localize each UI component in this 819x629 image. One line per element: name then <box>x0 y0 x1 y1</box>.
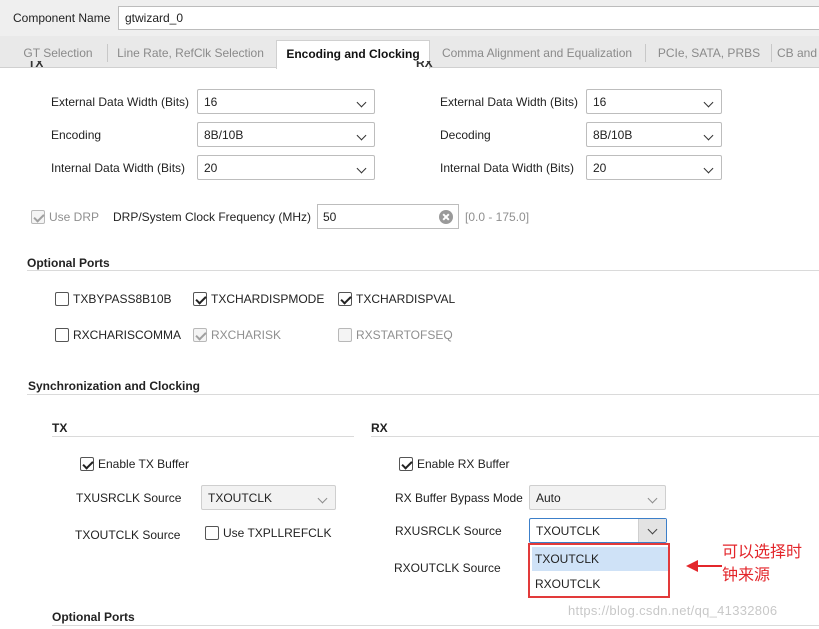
annotation-arrow-icon <box>686 560 698 572</box>
chevron-down-icon <box>647 493 658 504</box>
annotation-line-1: 可以选择时 <box>722 542 803 561</box>
tab-comma-alignment[interactable]: Comma Alignment and Equalization <box>432 40 642 67</box>
txbypass8b10b-label: TXBYPASS8B10B <box>73 292 172 306</box>
drp-freq-range: [0.0 - 175.0] <box>465 210 530 224</box>
tab-line-rate[interactable]: Line Rate, RefClk Selection <box>108 40 273 67</box>
txchardispmode-checkbox[interactable] <box>193 292 207 306</box>
chevron-down-icon <box>703 163 714 174</box>
watermark: https://blog.csdn.net/qq_41332806 <box>568 603 778 618</box>
use-drp-label: Use DRP <box>49 210 100 224</box>
divider <box>52 436 354 437</box>
rxusrclk-dropdown-list: TXOUTCLK RXOUTCLK <box>528 543 670 598</box>
rxstartofseq-checkbox[interactable] <box>338 328 352 342</box>
component-name-label: Component Name <box>13 11 111 25</box>
tab-pcie-sata-prbs[interactable]: PCIe, SATA, PRBS <box>650 40 768 67</box>
clear-icon[interactable] <box>439 210 453 224</box>
encoding-tx-header: TX <box>28 61 44 70</box>
rx-buffer-bypass-select[interactable]: Auto <box>529 485 666 510</box>
rxstartofseq-label: RXSTARTOFSEQ <box>356 328 453 342</box>
dropdown-option-txoutclk[interactable]: TXOUTCLK <box>532 547 668 571</box>
use-txpllrefclk-checkbox[interactable] <box>205 526 219 540</box>
tx-int-width-label: Internal Data Width (Bits) <box>51 161 186 175</box>
txusrclk-source-label: TXUSRCLK Source <box>76 491 182 505</box>
txchardispval-checkbox[interactable] <box>338 292 352 306</box>
annotation-line-2: 钟来源 <box>722 565 771 584</box>
component-name-input[interactable]: gtwizard_0 <box>118 6 819 30</box>
rxusrclk-source-label: RXUSRCLK Source <box>395 524 502 538</box>
tab-separator <box>645 44 646 62</box>
use-drp-checkbox[interactable] <box>31 210 45 224</box>
rx-ext-width-select[interactable]: 16 <box>586 89 722 114</box>
tx-ext-width-select[interactable]: 16 <box>197 89 375 114</box>
chevron-down-icon <box>356 163 367 174</box>
rxchariscomma-checkbox[interactable] <box>55 328 69 342</box>
sync-rx-title: RX <box>371 421 388 435</box>
sync-tx-title: TX <box>52 421 68 435</box>
dropdown-option-rxoutclk[interactable]: RXOUTCLK <box>532 572 668 596</box>
enable-rx-buffer-label: Enable RX Buffer <box>417 457 510 471</box>
drp-freq-input[interactable]: 50 <box>317 204 459 229</box>
enable-tx-buffer-checkbox[interactable] <box>80 457 94 471</box>
txusrclk-source-select[interactable]: TXOUTCLK <box>201 485 336 510</box>
tab-separator <box>771 44 772 62</box>
enable-rx-buffer-checkbox[interactable] <box>399 457 413 471</box>
dropdown-button[interactable] <box>638 519 666 542</box>
rx-int-width-select[interactable]: 20 <box>586 155 722 180</box>
tab-gt-selection[interactable]: GT Selection <box>10 40 106 67</box>
txchardispval-label: TXCHARDISPVAL <box>356 292 456 306</box>
rxoutclk-source-label: RXOUTCLK Source <box>394 561 501 575</box>
rx-buffer-bypass-label: RX Buffer Bypass Mode <box>395 491 523 505</box>
divider <box>27 270 819 271</box>
chevron-down-icon <box>647 524 658 535</box>
txchardispmode-label: TXCHARDISPMODE <box>211 292 325 306</box>
use-txpllrefclk-label: Use TXPLLREFCLK <box>223 526 332 540</box>
tx-ext-width-label: External Data Width (Bits) <box>51 95 190 109</box>
enable-tx-buffer-label: Enable TX Buffer <box>98 457 189 471</box>
rx-decoding-label: Decoding <box>440 128 491 142</box>
txbypass8b10b-checkbox[interactable] <box>55 292 69 306</box>
tab-cb[interactable]: CB and <box>777 40 819 67</box>
rxcharisk-label: RXCHARISK <box>211 328 282 342</box>
tx-encoding-label: Encoding <box>51 128 102 142</box>
encoding-rx-header: RX <box>416 61 433 70</box>
tab-encoding-clocking[interactable]: Encoding and Clocking <box>276 40 430 69</box>
optional-ports-title: Optional Ports <box>27 256 110 270</box>
tx-int-width-select[interactable]: 20 <box>197 155 375 180</box>
rxcharisk-checkbox[interactable] <box>193 328 207 342</box>
rx-int-width-label: Internal Data Width (Bits) <box>440 161 575 175</box>
sync-clocking-title: Synchronization and Clocking <box>28 379 201 393</box>
drp-freq-label: DRP/System Clock Frequency (MHz) <box>113 210 312 224</box>
divider <box>371 436 819 437</box>
divider <box>52 625 819 626</box>
rxusrclk-source-select[interactable]: TXOUTCLK <box>529 518 667 543</box>
sync-optional-ports-title: Optional Ports <box>52 610 135 624</box>
tx-encoding-select[interactable]: 8B/10B <box>197 122 375 147</box>
chevron-down-icon <box>317 493 328 504</box>
chevron-down-icon <box>356 130 367 141</box>
divider <box>27 394 819 395</box>
chevron-down-icon <box>703 130 714 141</box>
txoutclk-source-label: TXOUTCLK Source <box>75 528 181 542</box>
chevron-down-icon <box>703 97 714 108</box>
chevron-down-icon <box>356 97 367 108</box>
rxchariscomma-label: RXCHARISCOMMA <box>73 328 182 342</box>
annotation-arrow-line <box>698 565 722 567</box>
rx-decoding-select[interactable]: 8B/10B <box>586 122 722 147</box>
rx-ext-width-label: External Data Width (Bits) <box>440 95 579 109</box>
